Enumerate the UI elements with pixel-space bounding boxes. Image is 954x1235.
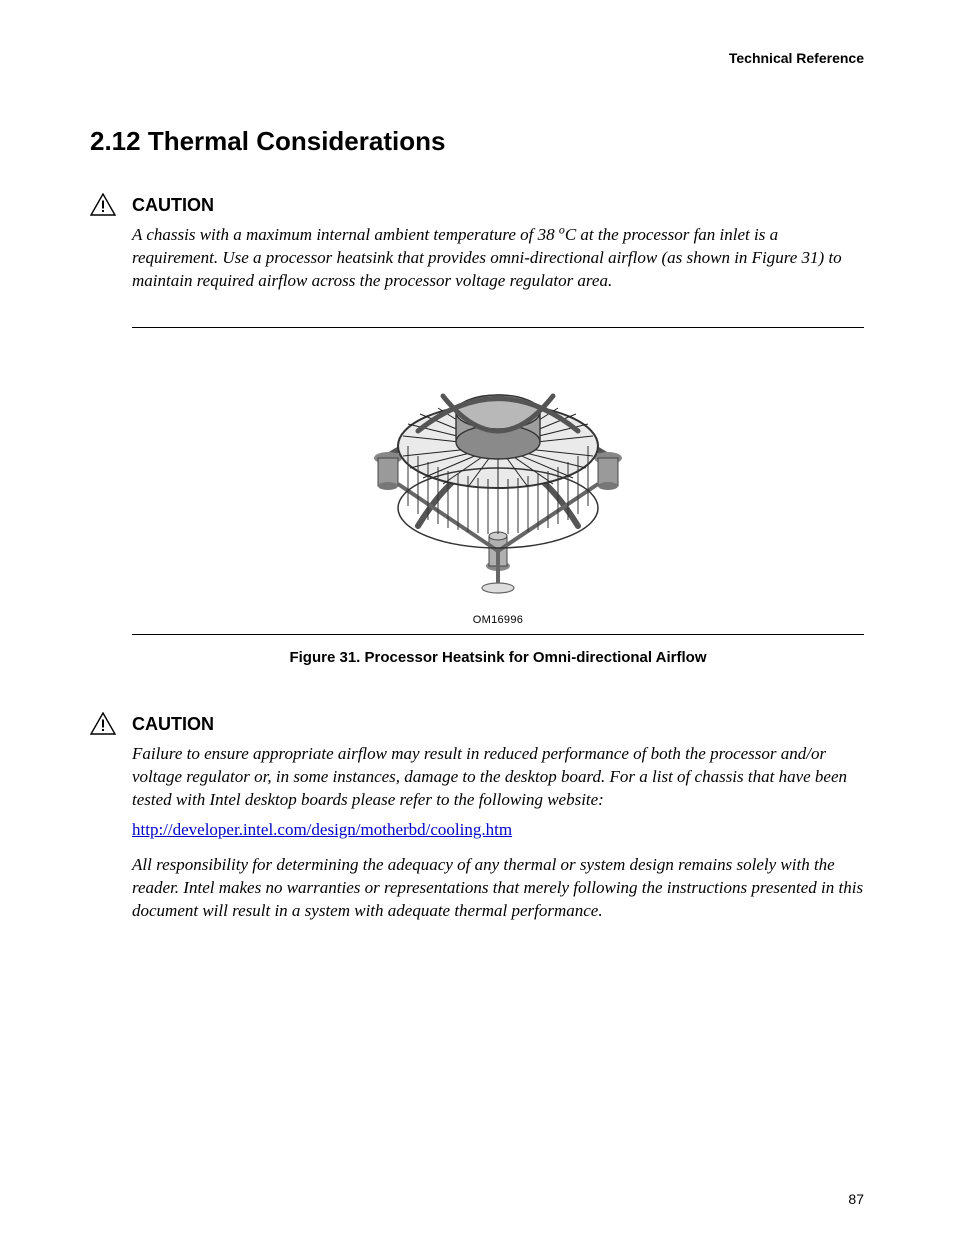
caution-label: CAUTION [132, 713, 214, 735]
warning-icon [90, 712, 116, 735]
cooling-link[interactable]: http://developer.intel.com/design/mother… [132, 820, 512, 840]
warning-icon [90, 193, 116, 216]
caution-block-2: CAUTION Failure to ensure appropriate ai… [132, 712, 864, 923]
caution-text-1: A chassis with a maximum internal ambien… [132, 224, 864, 293]
caution-text-2b: All responsibility for determining the a… [132, 854, 864, 923]
figure-id: OM16996 [132, 614, 864, 628]
caution-block-1: CAUTION A chassis with a maximum interna… [132, 193, 864, 293]
running-header: Technical Reference [90, 50, 864, 66]
caution-text-2a: Failure to ensure appropriate airflow ma… [132, 743, 864, 812]
figure-block: OM16996 [132, 327, 864, 635]
figure-caption: Figure 31. Processor Heatsink for Omni-d… [132, 649, 864, 666]
caution-label: CAUTION [132, 194, 214, 216]
heatsink-illustration [348, 336, 648, 616]
page-number: 87 [848, 1191, 864, 1207]
section-heading: 2.12 Thermal Considerations [90, 126, 864, 157]
